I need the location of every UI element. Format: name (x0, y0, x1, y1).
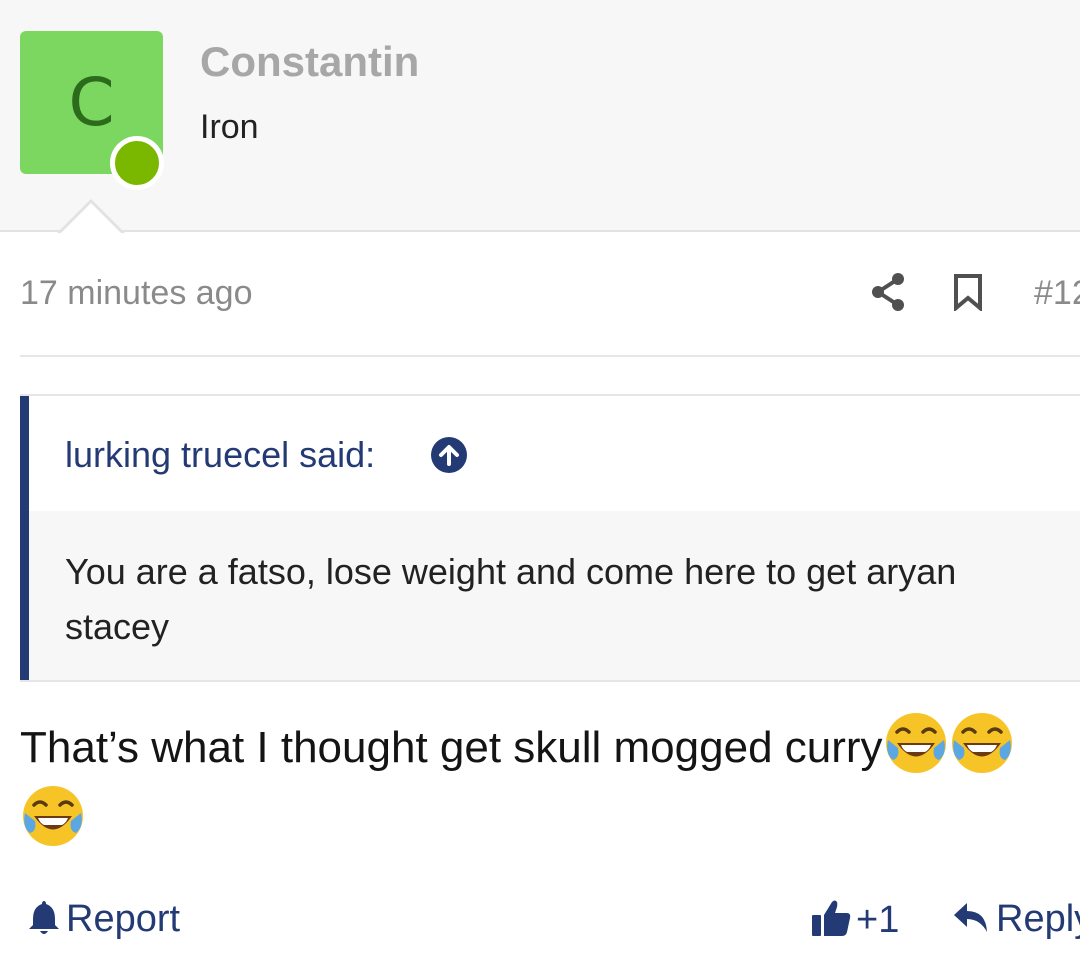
quote-block: lurking truecel said: You are a fatso, l… (20, 394, 1080, 682)
report-button[interactable]: Report (28, 898, 180, 942)
like-count: +1 (856, 899, 900, 941)
online-status-indicator (110, 136, 164, 190)
username[interactable]: Constantin (200, 38, 419, 86)
quote-body: You are a fatso, lose weight and come he… (29, 511, 1080, 680)
report-label: Report (66, 898, 181, 940)
like-button[interactable]: +1 (810, 898, 899, 942)
quote-accent-bar (20, 396, 29, 680)
quote-header: lurking truecel said: (29, 396, 1080, 511)
divider (20, 355, 1080, 357)
share-icon[interactable] (870, 272, 906, 312)
laughing-emoji-icon (23, 786, 83, 846)
laughing-emoji-icon (885, 713, 946, 773)
arrow-up-circle-icon[interactable] (431, 437, 467, 473)
reply-arrow-icon (954, 903, 987, 932)
quote-author-link[interactable]: lurking truecel said: (65, 434, 375, 476)
laughing-emoji-icon (951, 713, 1012, 773)
user-title: Iron (200, 108, 259, 146)
reply-label: Reply (996, 898, 1080, 940)
post-message: That’s what I thought get skull mogged c… (20, 710, 1060, 856)
quote-text: You are a fatso, lose weight and come he… (65, 551, 957, 647)
reply-button[interactable]: Reply (952, 898, 1080, 941)
bookmark-icon[interactable] (952, 273, 984, 311)
thumbs-up-icon (812, 900, 851, 936)
post-number-link[interactable]: #12 (1034, 274, 1080, 313)
user-header: C Constantin Iron (0, 0, 1080, 232)
bell-icon (29, 901, 59, 934)
post-timestamp[interactable]: 17 minutes ago (20, 274, 253, 313)
header-pointer-fill (60, 203, 122, 234)
forum-post: C Constantin Iron 17 minutes ago #12 lur… (0, 0, 1080, 980)
message-text: That’s what I thought get skull mogged c… (20, 723, 883, 772)
